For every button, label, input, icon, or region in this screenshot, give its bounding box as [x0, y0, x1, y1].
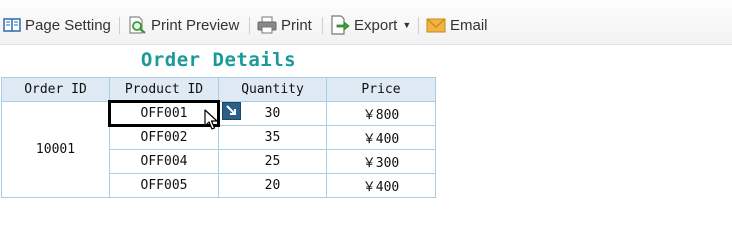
column-header-product-id: Product ID — [109, 77, 219, 102]
page-setting-button[interactable]: Page Setting — [3, 14, 111, 36]
expand-arrow-icon — [226, 105, 236, 115]
toolbar-divider — [418, 17, 419, 34]
product-id-cell[interactable]: OFF005 — [109, 173, 219, 198]
export-icon — [331, 15, 350, 35]
column-header-order-id: Order ID — [1, 77, 110, 102]
printer-icon — [257, 16, 277, 34]
order-id-cell[interactable]: 10001 — [1, 101, 110, 198]
page-setting-icon — [3, 18, 21, 32]
print-button[interactable]: Print — [257, 14, 312, 36]
product-id-cell[interactable]: OFF001 — [108, 100, 220, 127]
expand-arrow-button[interactable] — [222, 102, 241, 120]
price-cell[interactable]: ￥400 — [326, 173, 436, 198]
product-id-value: OFF001 — [140, 106, 188, 121]
product-id-cell[interactable]: OFF002 — [109, 125, 219, 150]
order-details-table: Order ID Product ID Quantity Price 10001… — [1, 77, 436, 198]
table-header-row: Order ID Product ID Quantity Price — [1, 77, 436, 102]
export-label: Export — [354, 16, 398, 34]
print-preview-icon — [129, 16, 146, 34]
email-label: Email — [450, 16, 488, 34]
report-title: Order Details — [140, 49, 297, 71]
toolbar-divider — [322, 17, 323, 34]
page-setting-label: Page Setting — [25, 16, 111, 34]
product-id-cell[interactable]: OFF004 — [109, 149, 219, 174]
print-label: Print — [281, 16, 312, 34]
price-cell[interactable]: ￥800 — [326, 101, 436, 126]
price-cell[interactable]: ￥400 — [326, 125, 436, 150]
quantity-cell[interactable]: 25 — [218, 149, 327, 174]
print-preview-label: Print Preview — [151, 16, 240, 34]
quantity-cell[interactable]: 35 — [218, 125, 327, 150]
export-dropdown-button[interactable]: Export ▼ — [330, 14, 411, 36]
quantity-cell[interactable]: 20 — [218, 173, 327, 198]
table-row: 10001 OFF001 30 ￥800 — [1, 100, 436, 198]
price-cell[interactable]: ￥300 — [326, 149, 436, 174]
print-preview-button[interactable]: Print Preview — [127, 14, 239, 36]
chevron-down-icon: ▼ — [402, 20, 412, 30]
report-toolbar: Page Setting Print Preview Print Export … — [0, 0, 732, 45]
email-button[interactable]: Email — [426, 14, 488, 36]
mouse-cursor-icon — [204, 109, 218, 130]
toolbar-divider — [249, 17, 250, 34]
column-header-quantity: Quantity — [218, 77, 327, 102]
toolbar-divider — [119, 17, 120, 34]
column-header-price: Price — [326, 77, 436, 102]
email-icon — [426, 18, 446, 33]
